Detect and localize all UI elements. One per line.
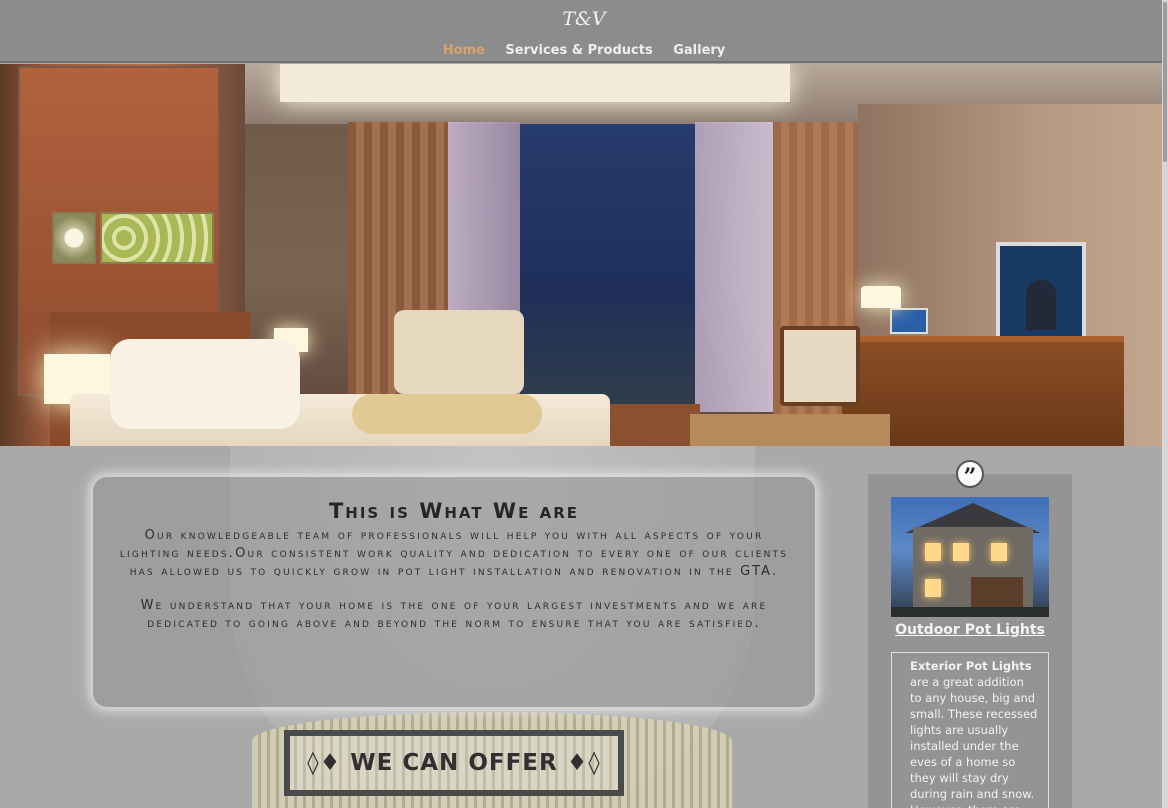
hero-window xyxy=(520,124,695,404)
house-garage xyxy=(971,577,1023,611)
about-paragraph: Our knowledgeable team of professionals … xyxy=(119,528,789,579)
about-paragraph: We understand that your home is the one … xyxy=(140,598,768,631)
house-window xyxy=(925,543,941,561)
about-title: This is What We are xyxy=(328,499,580,523)
nav-item-home[interactable]: Home xyxy=(443,43,485,58)
house-window xyxy=(925,579,941,597)
hero-bench xyxy=(610,404,700,446)
hero-ceiling-light xyxy=(280,64,790,102)
hero-sheer-curtain xyxy=(695,122,773,412)
page-scrollbar[interactable] xyxy=(1162,0,1168,808)
hero-floor xyxy=(690,414,890,446)
hero-chair xyxy=(780,326,860,406)
hero-lamp xyxy=(861,286,901,308)
about-box: This is What We are Our knowledgeable te… xyxy=(93,477,815,707)
we-can-offer-button[interactable]: ◊♦ WE CAN OFFER ♦◊ xyxy=(284,730,624,796)
hero-wall-art xyxy=(100,212,214,264)
hero-bedroom-image xyxy=(0,64,1168,446)
hero-wall-art xyxy=(52,212,96,264)
site-header: T&V Home Services & Products Gallery xyxy=(0,0,1168,63)
main-nav: Home Services & Products Gallery xyxy=(0,43,1168,58)
nav-item-services-products[interactable]: Services & Products xyxy=(505,43,652,58)
house-window xyxy=(991,543,1007,561)
nav-item-gallery[interactable]: Gallery xyxy=(673,43,725,58)
hero-tv xyxy=(996,242,1086,340)
hero-laptop xyxy=(890,308,928,334)
outdoor-pot-lights-link[interactable]: Outdoor Pot Lights xyxy=(868,622,1072,638)
hero-armchair xyxy=(394,310,524,394)
quote-icon: ” xyxy=(956,460,984,490)
description-bold: Exterior Pot Lights xyxy=(910,659,1032,673)
description-text: are a great addition to any house, big a… xyxy=(910,675,1038,808)
hero-pillow xyxy=(110,339,300,429)
outdoor-pot-lights-description: Exterior Pot Lights are a great addition… xyxy=(891,652,1049,808)
house-window xyxy=(953,543,969,561)
house-ground xyxy=(891,607,1049,617)
outdoor-pot-lights-image[interactable] xyxy=(891,497,1049,617)
site-logo[interactable]: T&V xyxy=(0,8,1168,30)
scrollbar-thumb[interactable] xyxy=(1163,2,1167,162)
hero-cushion xyxy=(352,394,542,434)
